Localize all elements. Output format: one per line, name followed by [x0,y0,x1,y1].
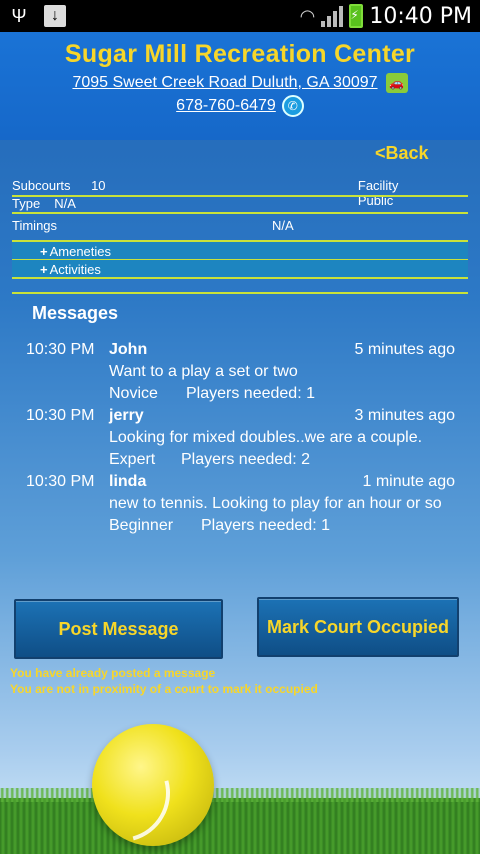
address-link[interactable]: 7095 Sweet Creek Road Duluth, GA 30097 [72,74,377,92]
wifi-icon: ◠ [299,5,316,26]
amenities-label: Ameneties [49,243,112,259]
subcourts-value: 10 [91,178,106,193]
facility-label: Facility [357,178,399,193]
message-time: 10:30 PM [26,407,95,424]
message-age: 5 minutes ago [354,341,455,358]
divider [12,277,468,279]
timings-label: Timings [12,218,58,233]
message-age: 1 minute ago [362,473,455,490]
download-icon: ↓ [44,5,66,27]
message-level: Beginner [109,517,174,534]
mark-court-occupied-button[interactable]: Mark Court Occupied [257,597,459,657]
grass-decoration [0,788,480,854]
divider [12,292,468,294]
message-players: Players needed: 1 [201,517,330,534]
post-message-button[interactable]: Post Message [14,599,223,659]
message-age: 3 minutes ago [354,407,455,424]
signal-icon [321,5,344,27]
back-button[interactable]: <Back [375,143,429,164]
message-text: Want to a play a set or two [109,363,298,380]
message-time: 10:30 PM [26,341,95,358]
message-players: Players needed: 1 [186,385,315,402]
battery-icon [349,4,364,28]
details-row-timings: Timings N/A [12,218,468,236]
tennis-ball-icon [92,724,214,846]
plus-icon: + [40,243,48,259]
message-level: Novice [109,385,158,402]
facility-header: Sugar Mill Recreation Center 7095 Sweet … [0,32,480,140]
car-icon[interactable]: 🚗 [385,73,408,93]
message-time: 10:30 PM [26,473,95,490]
message-author: linda [109,473,147,490]
message-author: jerry [109,407,144,424]
plus-icon: + [40,261,48,277]
timings-value: N/A [272,218,294,233]
message-players: Players needed: 2 [181,451,310,468]
phone-link[interactable]: 678-760-6479 [176,97,276,115]
facility-title: Sugar Mill Recreation Center [64,40,416,68]
divider [12,212,468,214]
status-bar: Ψ ↓ ◠ 10:40 PM [0,0,480,32]
usb-icon: Ψ [11,5,27,26]
amenities-expander[interactable]: + Ameneties [12,242,468,260]
subcourts-label: Subcourts [12,178,71,193]
facility-info: Facility Public [357,178,468,208]
clock: 10:40 PM [369,3,472,29]
details-row-subcourts: Subcourts 10 Facility Public [12,178,468,208]
message-text: Looking for mixed doubles..we are a coup… [109,429,423,446]
posted-notice: You have already posted a message [10,666,216,680]
messages-title: Messages [32,303,119,323]
proximity-notice: You are not in proximity of a court to m… [10,682,318,696]
phone-icon[interactable]: ✆ [281,95,304,117]
activities-label: Activities [49,261,101,277]
activities-expander[interactable]: + Activities [12,260,468,278]
message-level: Expert [109,451,156,468]
message-author: John [109,341,148,358]
message-text: new to tennis. Looking to play for an ho… [109,495,442,512]
